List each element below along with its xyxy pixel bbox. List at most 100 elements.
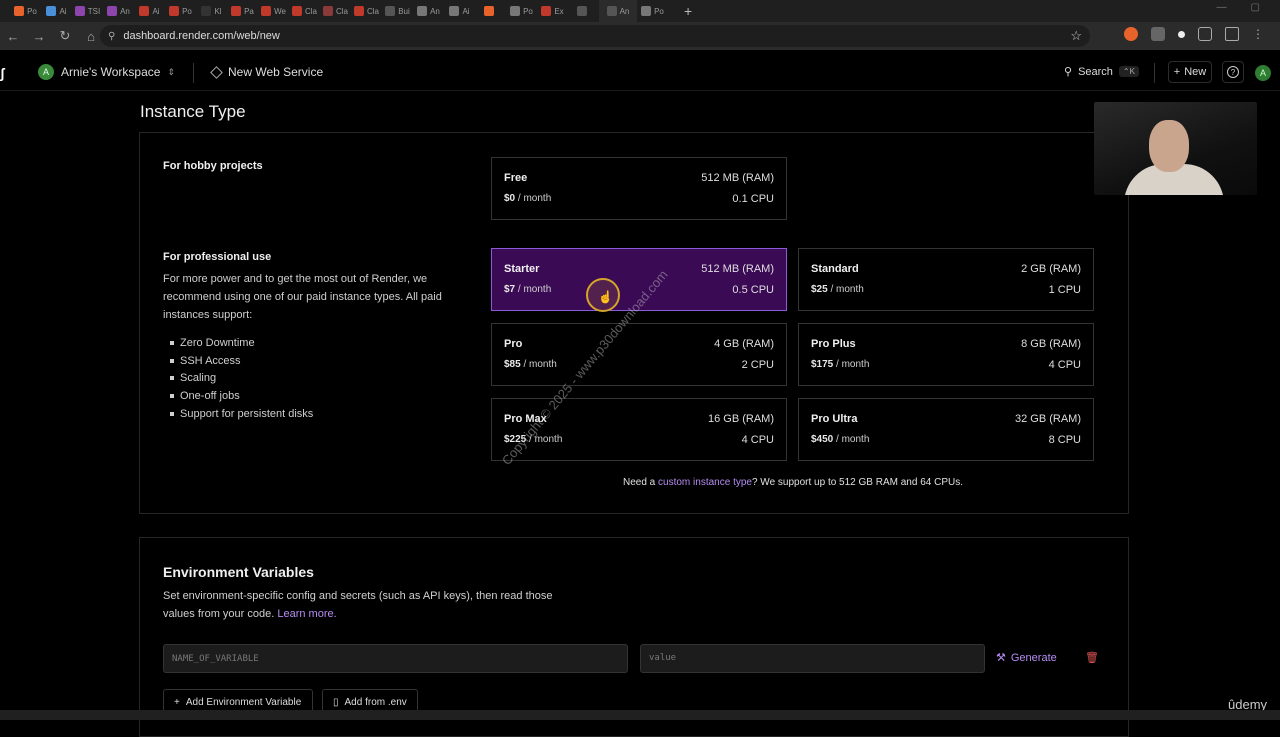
- feature-label: Zero Downtime: [180, 337, 255, 349]
- search-icon: ⚲: [1064, 66, 1073, 78]
- instance-name: Pro Ultra: [811, 413, 858, 425]
- tab-favicon-icon: [46, 6, 57, 16]
- divider: [1154, 63, 1155, 83]
- instance-card-standard[interactable]: Standard $25 / month 2 GB (RAM) 1 CPU: [798, 248, 1094, 311]
- browser-tab[interactable]: Cla: [320, 0, 351, 22]
- tab-label: Ai: [462, 6, 470, 16]
- browser-tab[interactable]: An: [599, 0, 637, 22]
- feature-item: SSH Access: [170, 355, 241, 367]
- trash-icon[interactable]: 🗑: [1085, 651, 1099, 664]
- url-field[interactable]: ⚲ dashboard.render.com/web/new ☆: [100, 25, 1090, 47]
- browser-tab[interactable]: Kl: [196, 0, 227, 22]
- instance-card-free[interactable]: Free $0 / month 512 MB (RAM) 0.1 CPU: [491, 157, 787, 220]
- bullet-icon: [170, 341, 174, 345]
- instance-ram: 16 GB (RAM): [707, 413, 774, 425]
- instance-cpu: 0.5 CPU: [732, 284, 774, 296]
- tab-label: An: [120, 6, 130, 16]
- instance-ram: 2 GB (RAM): [1021, 263, 1081, 275]
- env-desc-text: Set environment-specific config and secr…: [163, 590, 553, 620]
- tab-label: Cla: [335, 6, 348, 16]
- minimize-icon[interactable]: —: [1217, 2, 1227, 13]
- file-icon: ▯: [333, 696, 339, 708]
- puzzle-icon[interactable]: [1198, 27, 1212, 41]
- tab-label: Po: [182, 6, 192, 16]
- maximize-icon[interactable]: ▢: [1251, 2, 1260, 13]
- site-info-icon[interactable]: ⚲: [108, 31, 115, 42]
- menu-dots-icon[interactable]: ⋮: [1252, 27, 1264, 41]
- browser-tab[interactable]: Po: [506, 0, 537, 22]
- browser-tab[interactable]: [475, 0, 506, 22]
- tab-favicon-icon: [577, 6, 587, 16]
- browser-tab[interactable]: We: [258, 0, 289, 22]
- tab-favicon-icon: [417, 6, 428, 16]
- feature-label: Scaling: [180, 372, 217, 385]
- tab-favicon-icon: [322, 6, 333, 16]
- workspace-switcher[interactable]: A Arnie's Workspace ⇕: [38, 64, 175, 80]
- browser-tab[interactable]: [568, 0, 599, 22]
- custom-instance-link[interactable]: custom instance type: [658, 477, 752, 488]
- reload-icon[interactable]: ↻: [52, 28, 78, 44]
- learn-more-link[interactable]: Learn more.: [277, 608, 336, 620]
- workspace-avatar: A: [38, 64, 54, 80]
- browser-tab[interactable]: Bui: [382, 0, 413, 22]
- env-name-input[interactable]: NAME_OF_VARIABLE: [163, 644, 628, 673]
- extension-icon[interactable]: [1124, 27, 1138, 41]
- tab-label: We: [274, 6, 286, 16]
- generate-label: Generate: [1010, 651, 1057, 664]
- new-button[interactable]: + New: [1168, 61, 1212, 83]
- instance-card-pro[interactable]: Pro $85 / month 4 GB (RAM) 2 CPU: [491, 323, 787, 386]
- browser-tab[interactable]: Po: [10, 0, 41, 22]
- browser-tab[interactable]: An: [103, 0, 134, 22]
- bookmark-star-icon[interactable]: ☆: [1070, 28, 1082, 44]
- browser-tab[interactable]: Po: [637, 0, 668, 22]
- user-avatar[interactable]: A: [1255, 65, 1271, 81]
- mouse-cursor-icon: ☝: [598, 290, 613, 304]
- generate-button[interactable]: ⚒ Generate: [996, 651, 1057, 665]
- instance-ram: 512 MB (RAM): [701, 263, 774, 275]
- browser-tab[interactable]: TSI: [72, 0, 103, 22]
- tab-favicon-icon: [606, 6, 617, 16]
- price-period: / month: [520, 359, 557, 370]
- env-value-input[interactable]: value: [640, 644, 985, 673]
- dot-icon[interactable]: [1178, 30, 1185, 38]
- tab-label: Po: [523, 6, 533, 16]
- instance-price: $450 / month: [811, 434, 869, 445]
- tab-favicon-icon: [291, 6, 302, 16]
- render-logo[interactable]: ʃ: [0, 65, 12, 81]
- browser-tab[interactable]: Ex: [537, 0, 568, 22]
- sidebar-icon[interactable]: [1225, 27, 1239, 41]
- back-icon[interactable]: ←: [0, 29, 26, 44]
- professional-label: For professional use: [163, 251, 272, 263]
- instance-cpu: 1 CPU: [1048, 284, 1081, 296]
- help-icon: ?: [1227, 66, 1239, 78]
- new-tab-icon[interactable]: +: [684, 3, 692, 19]
- browser-tab[interactable]: Ai: [41, 0, 72, 22]
- tab-favicon-icon: [353, 6, 364, 16]
- feature-label: SSH Access: [180, 354, 241, 367]
- browser-tab[interactable]: Ai: [444, 0, 475, 22]
- browser-tab[interactable]: An: [413, 0, 444, 22]
- address-bar: ← → ↻ ⌂ ⚲ dashboard.render.com/web/new ☆…: [0, 22, 1280, 50]
- browser-tab[interactable]: Po: [165, 0, 196, 22]
- tab-label: An: [430, 6, 440, 16]
- search-button[interactable]: ⚲ Search ⌃K: [1064, 65, 1139, 78]
- tab-favicon-icon: [449, 6, 460, 16]
- browser-tab[interactable]: Ai: [134, 0, 165, 22]
- professional-description: For more power and to get the most out o…: [163, 273, 442, 321]
- feature-item: Scaling: [170, 372, 216, 384]
- tab-favicon-icon: [231, 6, 242, 16]
- search-label: Search: [1078, 65, 1113, 78]
- feature-item: Zero Downtime: [170, 337, 255, 349]
- tab-label: Kl: [214, 6, 222, 16]
- shield-icon[interactable]: [1151, 27, 1165, 41]
- price-period: / month: [827, 284, 864, 295]
- instance-card-pro-ultra[interactable]: Pro Ultra $450 / month 32 GB (RAM) 8 CPU: [798, 398, 1094, 461]
- chevron-updown-icon: ⇕: [167, 66, 175, 77]
- browser-tab[interactable]: Cla: [351, 0, 382, 22]
- browser-tab[interactable]: Cla: [289, 0, 320, 22]
- browser-tab[interactable]: Pa: [227, 0, 258, 22]
- help-button[interactable]: ?: [1222, 61, 1244, 83]
- instance-card-pro-plus[interactable]: Pro Plus $175 / month 8 GB (RAM) 4 CPU: [798, 323, 1094, 386]
- tab-favicon-icon: [641, 6, 652, 16]
- forward-icon[interactable]: →: [26, 29, 52, 44]
